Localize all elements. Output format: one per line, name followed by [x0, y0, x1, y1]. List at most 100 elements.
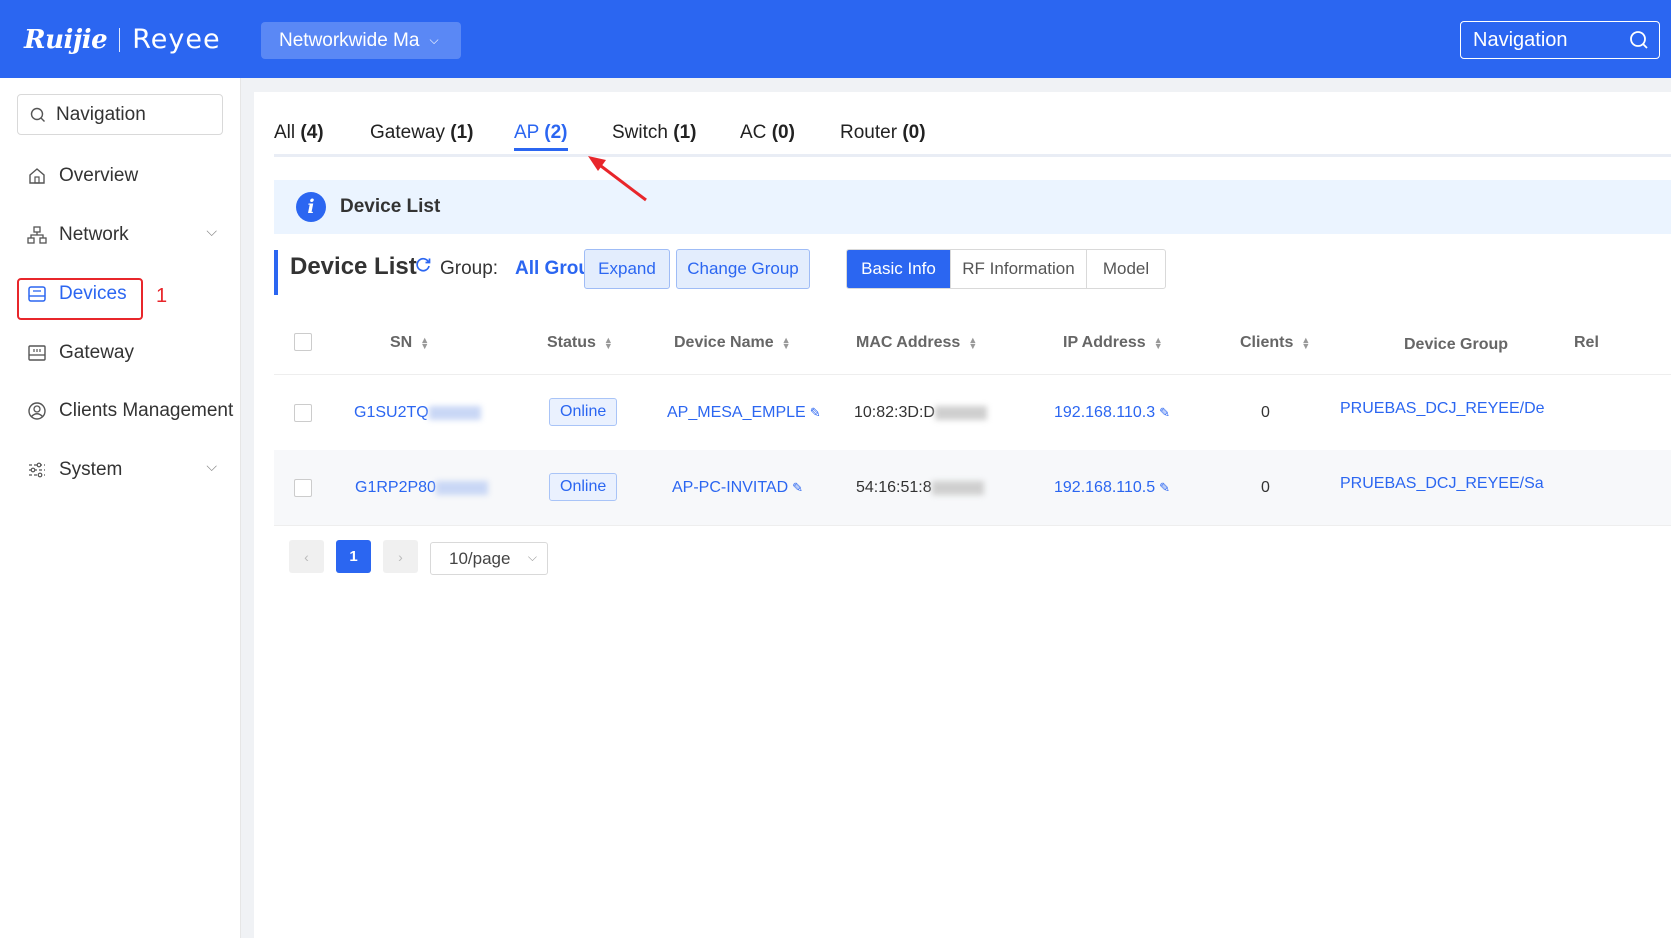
tab-count: (1)	[450, 122, 474, 143]
tab-ac[interactable]: AC (0)	[740, 122, 795, 144]
sidebar-item-label: System	[59, 459, 123, 480]
info-banner-text: Device List	[340, 196, 441, 217]
tab-label: AC	[740, 122, 772, 143]
tab-router[interactable]: Router (0)	[840, 122, 926, 144]
user-icon	[27, 401, 47, 421]
column-header-device-group: Device Group	[1404, 336, 1509, 353]
tab-switch[interactable]: Switch (1)	[612, 122, 696, 144]
column-header-mac-address[interactable]: MAC Address ▲ ▼	[856, 334, 977, 352]
expand-button[interactable]: Expand	[584, 249, 670, 289]
mac-text: 54:16:51:8	[856, 479, 932, 496]
sidebar-item-gateway[interactable]: Gateway	[0, 333, 241, 373]
refresh-icon[interactable]	[414, 256, 432, 279]
column-label: IP Address	[1063, 334, 1146, 351]
table-row: G1RP2P80 Online AP-PC-INVITAD ✎ 54:16:51:…	[274, 450, 1671, 526]
ip-text: 192.168.110.3	[1054, 404, 1156, 421]
search-icon	[30, 107, 46, 123]
tab-gateway[interactable]: Gateway (1)	[370, 122, 474, 144]
table-header: SN ▲ ▼ Status ▲ ▼ Device Name ▲ ▼ MAC Address ▲…	[274, 312, 1671, 375]
annotation-highlight-box	[17, 278, 143, 320]
section-title: Device List	[290, 253, 417, 280]
column-header-clients[interactable]: Clients ▲ ▼	[1240, 334, 1310, 352]
chevron-down-icon: ⌵	[206, 223, 217, 239]
tab-ap[interactable]: AP (2)	[514, 122, 568, 151]
prev-page-button[interactable]: ‹	[289, 540, 324, 573]
device-group-link[interactable]: PRUEBAS_DCJ_REYEE/De	[1340, 400, 1545, 418]
sn-text: G1SU2TQ	[354, 404, 429, 421]
tab-label: All	[274, 122, 301, 143]
tab-label: Router	[840, 122, 903, 143]
sort-icon: ▲ ▼	[1301, 334, 1311, 351]
sidebar-item-system[interactable]: System ⌵	[0, 450, 241, 490]
sidebar-item-clients-management[interactable]: Clients Management	[0, 391, 241, 431]
column-label: Status	[547, 334, 596, 351]
sn-text: G1RP2P80	[355, 479, 436, 496]
logo-divider	[119, 27, 121, 52]
device-type-tabs: All (4) Gateway (1) AP (2) Switch (1) AC…	[274, 122, 1671, 157]
column-header-ip-address[interactable]: IP Address ▲ ▼	[1063, 334, 1163, 352]
tab-count: (4)	[300, 122, 324, 143]
sidebar-search-label: Navigation	[56, 103, 146, 125]
status-badge: Online	[549, 473, 618, 501]
view-model[interactable]: Model	[1086, 250, 1165, 288]
group-label: Group:	[440, 258, 499, 279]
device-name-text: AP_MESA_EMPLE	[667, 404, 806, 421]
info-icon: i	[296, 192, 326, 222]
edit-icon: ✎	[792, 480, 804, 495]
view-toggle: Basic Info RF Information Model	[846, 249, 1166, 289]
tab-count: (0)	[771, 122, 795, 143]
sort-icon: ▲ ▼	[781, 334, 791, 351]
column-header-rel: Rel	[1574, 334, 1599, 351]
sidebar-item-network[interactable]: Network ⌵	[0, 215, 241, 255]
device-group-link[interactable]: PRUEBAS_DCJ_REYEE/Sa	[1340, 475, 1544, 493]
sn-link[interactable]: G1SU2TQ	[354, 404, 481, 422]
table-row: G1SU2TQ Online AP_MESA_EMPLE ✎ 10:82:3D:D…	[274, 375, 1671, 451]
main-panel: All (4) Gateway (1) AP (2) Switch (1) AC…	[254, 92, 1671, 938]
sidebar-item-label: Gateway	[59, 342, 134, 363]
ip-text: 192.168.110.5	[1054, 479, 1156, 496]
mac-text: 10:82:3D:D	[854, 404, 935, 421]
chevron-down-icon: ⌵	[206, 458, 217, 474]
edit-icon: ✎	[1159, 405, 1171, 420]
tab-count: (0)	[902, 122, 926, 143]
top-navigation-search[interactable]: Navigation	[1460, 21, 1660, 59]
device-name-edit[interactable]: AP-PC-INVITAD ✎	[672, 479, 803, 497]
column-header-status[interactable]: Status ▲ ▼	[547, 334, 613, 352]
top-bar: Ruijie Reyee Networkwide Ma ⌵ Navigation	[0, 0, 1671, 78]
sidebar-item-label: Overview	[59, 165, 139, 186]
annotation-step-1: 1	[156, 285, 168, 307]
column-header-sn[interactable]: SN ▲ ▼	[390, 334, 429, 352]
column-label: SN	[390, 334, 413, 351]
next-page-button[interactable]: ›	[383, 540, 418, 573]
tab-all[interactable]: All (4)	[274, 122, 324, 144]
select-all-checkbox[interactable]	[294, 333, 312, 351]
tab-label: AP	[514, 122, 545, 143]
view-basic-info[interactable]: Basic Info	[847, 250, 950, 288]
change-group-button[interactable]: Change Group	[676, 249, 810, 289]
brand-logo: Ruijie	[24, 24, 108, 55]
row-checkbox[interactable]	[294, 479, 312, 497]
page-size-label: 10/page	[449, 548, 511, 568]
page-1-button[interactable]: 1	[336, 540, 371, 573]
ip-address-link[interactable]: 192.168.110.3 ✎	[1054, 404, 1170, 422]
network-select[interactable]: Networkwide Ma ⌵	[261, 22, 461, 59]
clients-count: 0	[1261, 479, 1270, 496]
sort-icon: ▲ ▼	[968, 334, 978, 351]
device-name-edit[interactable]: AP_MESA_EMPLE ✎	[667, 404, 821, 422]
column-label: MAC Address	[856, 334, 961, 351]
brand-logo-reyee: Reyee	[132, 24, 221, 55]
redacted-mask	[934, 405, 987, 420]
sidebar-item-overview[interactable]: Overview	[0, 156, 241, 196]
edit-icon: ✎	[809, 405, 821, 420]
sidebar-item-label: Network	[59, 224, 129, 245]
ip-address-link[interactable]: 192.168.110.5 ✎	[1054, 479, 1170, 497]
sn-link[interactable]: G1RP2P80	[355, 479, 488, 497]
column-header-device-name[interactable]: Device Name ▲ ▼	[674, 334, 791, 352]
view-rf-information[interactable]: RF Information	[950, 250, 1086, 288]
mac-address: 10:82:3D:D	[854, 404, 987, 422]
redacted-mask	[435, 480, 488, 495]
row-checkbox[interactable]	[294, 404, 312, 422]
page-size-select[interactable]: 10/page ⌵	[430, 542, 548, 575]
column-label: Device Name	[674, 334, 774, 351]
sidebar-search[interactable]: Navigation	[17, 94, 223, 135]
